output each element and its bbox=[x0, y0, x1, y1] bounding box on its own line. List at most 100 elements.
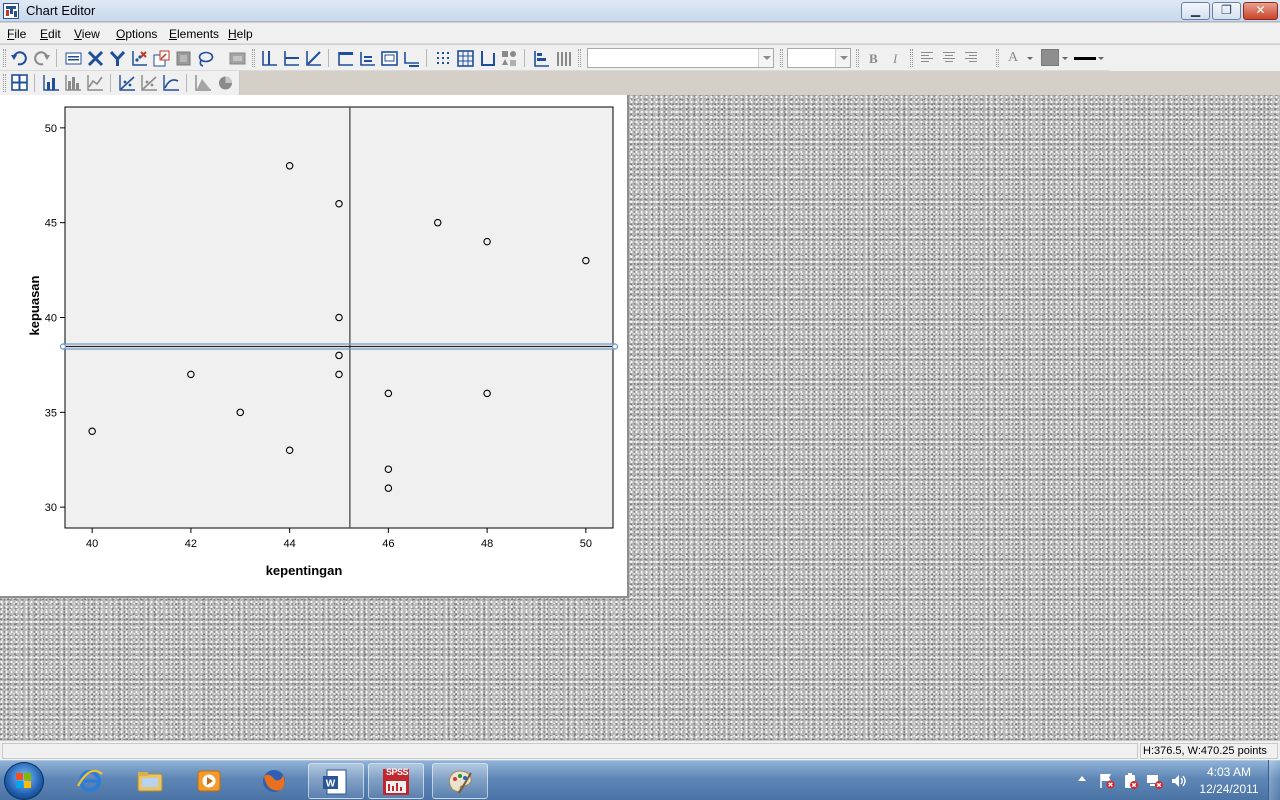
text-box-icon[interactable] bbox=[380, 49, 399, 68]
rescale-icon[interactable] bbox=[130, 49, 149, 68]
selection-handle[interactable] bbox=[611, 343, 619, 350]
axis-icon[interactable] bbox=[478, 49, 497, 68]
italic-button[interactable]: I bbox=[893, 51, 897, 67]
x-reference-line-icon[interactable] bbox=[260, 49, 279, 68]
x-tick-label: 50 bbox=[580, 538, 592, 550]
y-tick-label: 45 bbox=[45, 218, 57, 230]
word-icon: W bbox=[323, 769, 347, 795]
x-axis-title[interactable]: kepentingan bbox=[266, 563, 343, 578]
menu-bar: File Edit View Options Elements Help bbox=[0, 23, 1280, 44]
show-hidden-icons-arrow[interactable] bbox=[1078, 776, 1086, 781]
power-status-icon[interactable] bbox=[1121, 772, 1139, 790]
selection-handle[interactable] bbox=[59, 343, 67, 350]
taskbar-internet-explorer[interactable] bbox=[63, 763, 119, 799]
scatter-plot[interactable]: 40 42 44 46 48 50 30 35 40 45 50 kepentingan kepua… bbox=[0, 95, 627, 596]
data-id-icon[interactable] bbox=[152, 49, 171, 68]
grid-icon[interactable] bbox=[456, 49, 475, 68]
comment-icon[interactable] bbox=[228, 49, 247, 68]
taskbar-microsoft-word[interactable]: W bbox=[308, 763, 364, 799]
chart-template-icon[interactable] bbox=[10, 73, 29, 92]
menu-edit[interactable]: Edit bbox=[40, 27, 61, 41]
zoom-icon[interactable] bbox=[174, 49, 193, 68]
taskbar-media-player[interactable] bbox=[183, 763, 239, 799]
toolbar-grip[interactable] bbox=[3, 49, 6, 67]
font-name-dropdown-arrow[interactable] bbox=[758, 49, 773, 67]
plot-area[interactable] bbox=[64, 106, 614, 529]
y-reference-line-icon[interactable] bbox=[282, 49, 301, 68]
font-size-dropdown-arrow[interactable] bbox=[835, 49, 850, 67]
maximize-button[interactable]: ❐ bbox=[1212, 2, 1241, 20]
y-axis-title[interactable]: kepuasan bbox=[27, 275, 42, 335]
sort-bars-icon[interactable] bbox=[532, 49, 551, 68]
toolbar-grip[interactable] bbox=[578, 49, 581, 67]
action-center-icon[interactable] bbox=[1098, 772, 1116, 790]
line-chart-icon[interactable] bbox=[86, 73, 105, 92]
x-axis-icon[interactable] bbox=[86, 49, 105, 68]
x-tick-label: 46 bbox=[382, 538, 394, 550]
line-style-dropdown-arrow[interactable] bbox=[1098, 57, 1104, 60]
fill-color-button[interactable] bbox=[1041, 49, 1059, 66]
toolbar-grip[interactable] bbox=[856, 49, 859, 67]
line-icon[interactable] bbox=[162, 73, 181, 92]
scatter-matrix-icon[interactable] bbox=[140, 73, 159, 92]
close-button[interactable]: ✕ bbox=[1243, 2, 1278, 20]
firefox-icon bbox=[263, 770, 285, 792]
menu-file[interactable]: File bbox=[7, 27, 26, 41]
clock-date[interactable]: 12/24/2011 bbox=[1196, 782, 1262, 796]
x-tick-label: 42 bbox=[185, 538, 197, 550]
menu-view[interactable]: View bbox=[74, 27, 100, 41]
redo-icon[interactable] bbox=[32, 49, 51, 68]
text-color-button[interactable]: A bbox=[1008, 50, 1018, 66]
marker-icon[interactable] bbox=[500, 49, 519, 68]
font-name-combo[interactable] bbox=[587, 48, 774, 68]
area-icon[interactable] bbox=[194, 73, 213, 92]
x-tick-label: 40 bbox=[86, 538, 98, 550]
taskbar-windows-explorer[interactable] bbox=[123, 763, 179, 799]
chart-editor-icon[interactable] bbox=[3, 3, 19, 19]
histogram-icon[interactable] bbox=[64, 73, 83, 92]
network-status-icon[interactable] bbox=[1146, 772, 1164, 790]
status-message bbox=[2, 743, 1138, 759]
title-icon[interactable] bbox=[336, 49, 355, 68]
fit-line-icon[interactable] bbox=[304, 49, 323, 68]
clock-time[interactable]: 4:03 AM bbox=[1196, 765, 1262, 779]
toolbar-grip[interactable] bbox=[3, 74, 6, 92]
toolbar-grip[interactable] bbox=[780, 49, 783, 67]
grid-lines-icon[interactable] bbox=[434, 49, 453, 68]
fill-color-dropdown-arrow[interactable] bbox=[1062, 57, 1068, 60]
line-style-button[interactable] bbox=[1074, 57, 1096, 60]
bars-icon[interactable] bbox=[554, 49, 573, 68]
menu-elements[interactable]: Elements bbox=[169, 27, 219, 41]
annotation-icon[interactable] bbox=[358, 49, 377, 68]
scatter-icon[interactable] bbox=[118, 73, 137, 92]
pie-icon[interactable] bbox=[216, 73, 235, 92]
properties-icon[interactable] bbox=[64, 49, 83, 68]
show-desktop-button[interactable] bbox=[1268, 760, 1280, 800]
taskbar-spss[interactable]: SPSS bbox=[368, 763, 424, 799]
font-size-combo[interactable] bbox=[787, 48, 851, 68]
align-right-icon[interactable] bbox=[965, 52, 977, 64]
lasso-icon[interactable] bbox=[196, 49, 215, 68]
taskbar-paint[interactable] bbox=[432, 763, 488, 799]
toolbar-grip[interactable] bbox=[252, 49, 255, 67]
align-left-icon[interactable] bbox=[921, 52, 933, 64]
toolbar-grip[interactable] bbox=[910, 49, 913, 67]
undo-icon[interactable] bbox=[10, 49, 29, 68]
folder-icon bbox=[137, 772, 163, 792]
y-axis-icon[interactable] bbox=[108, 49, 127, 68]
paint-palette-icon bbox=[448, 770, 472, 794]
footnote-icon[interactable] bbox=[402, 49, 421, 68]
title-bar: Chart Editor ▁ ❐ ✕ bbox=[0, 0, 1280, 22]
toolbar-grip[interactable] bbox=[996, 49, 999, 67]
start-button[interactable] bbox=[4, 762, 44, 800]
bold-button[interactable]: B bbox=[869, 51, 878, 67]
minimize-button[interactable]: ▁ bbox=[1181, 2, 1210, 20]
bar-chart-icon[interactable] bbox=[42, 73, 61, 92]
volume-icon[interactable] bbox=[1170, 772, 1188, 790]
taskbar-firefox[interactable] bbox=[247, 763, 303, 799]
menu-options[interactable]: Options bbox=[116, 27, 157, 41]
menu-help[interactable]: Help bbox=[228, 27, 253, 41]
align-center-icon[interactable] bbox=[943, 52, 955, 64]
chart-frame[interactable]: 40 42 44 46 48 50 30 35 40 45 50 kepentingan kepua… bbox=[0, 95, 629, 598]
text-color-dropdown-arrow[interactable] bbox=[1027, 57, 1033, 60]
